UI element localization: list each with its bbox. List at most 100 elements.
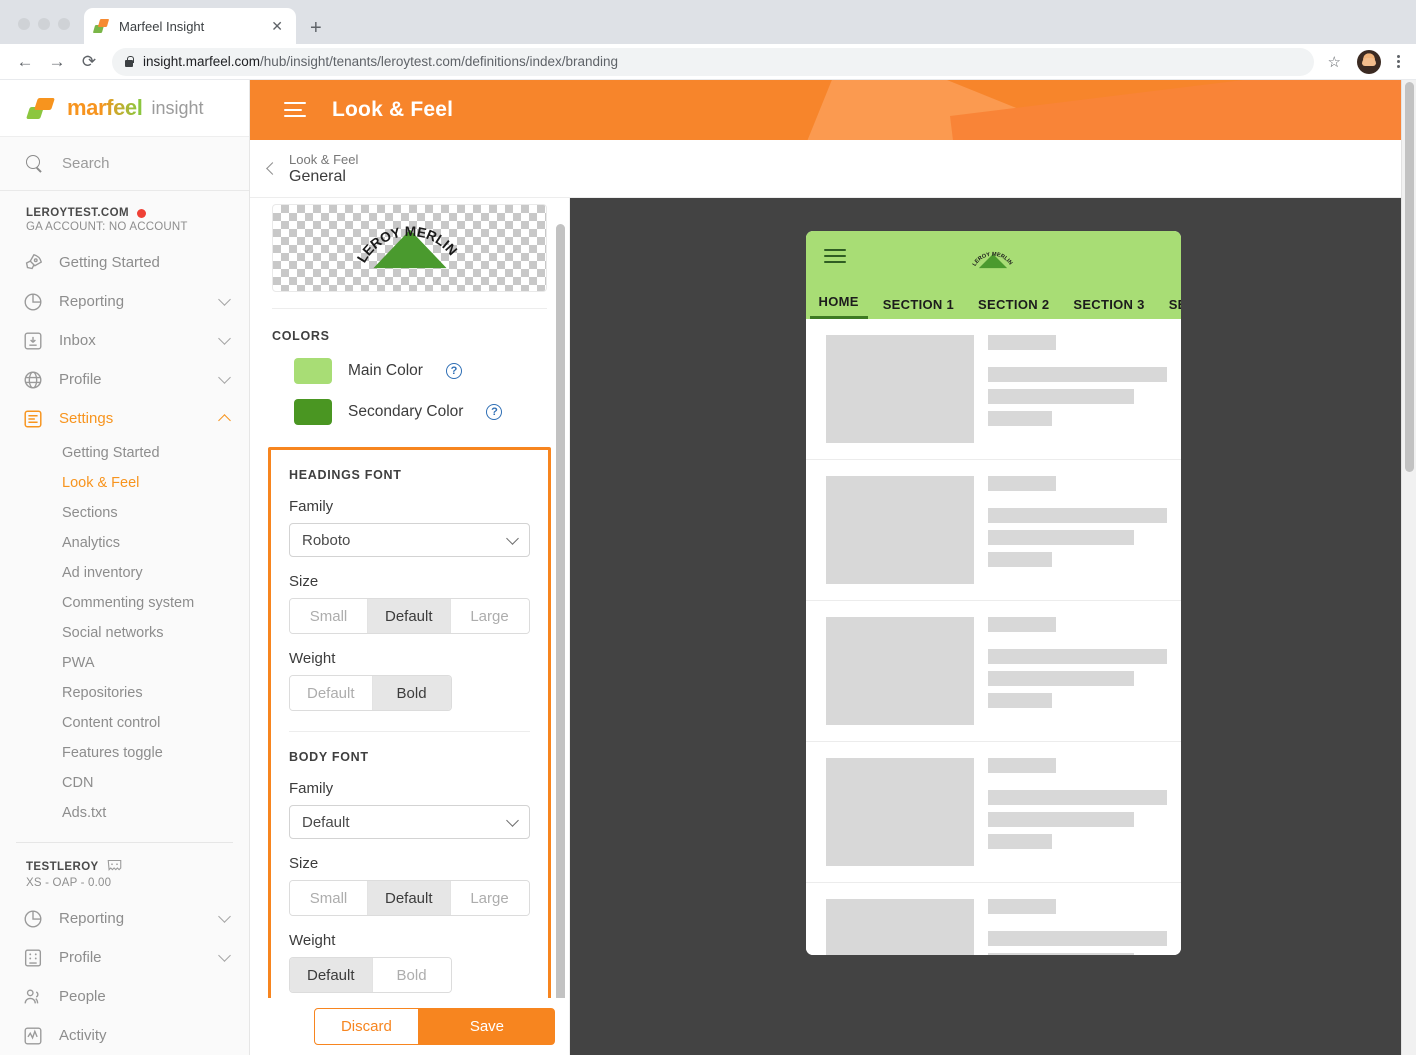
placeholder-bar — [987, 834, 1052, 849]
sidebar-subitem-commenting-system[interactable]: Commenting system — [0, 588, 249, 618]
pie-chart-icon — [22, 291, 44, 313]
account-item-reporting[interactable]: Reporting — [0, 899, 249, 938]
back-chevron-icon[interactable] — [266, 162, 279, 175]
save-button[interactable]: Save — [418, 1008, 556, 1045]
forward-button[interactable]: → — [42, 47, 72, 77]
chevron-down-icon[interactable] — [218, 910, 231, 923]
sidebar-label: People — [59, 988, 106, 1005]
sidebar-item-reporting[interactable]: Reporting — [0, 282, 249, 321]
sidebar-subitem-content-control[interactable]: Content control — [0, 708, 249, 738]
sidebar-item-getting-started[interactable]: Getting Started — [0, 243, 249, 282]
preview-tab-section-1[interactable]: SECTION 1 — [874, 297, 963, 319]
window-controls[interactable] — [0, 18, 84, 44]
help-icon[interactable]: ? — [486, 404, 503, 420]
browser-tab[interactable]: Marfeel Insight ✕ — [84, 8, 296, 44]
page-scrollbar[interactable] — [1401, 80, 1416, 1055]
close-window-button[interactable] — [18, 18, 30, 30]
sidebar-subitem-pwa[interactable]: PWA — [0, 648, 249, 678]
menu-toggle-icon[interactable] — [284, 102, 306, 118]
body-size-small[interactable]: Small — [290, 881, 368, 915]
browser-tab-title: Marfeel Insight — [119, 18, 205, 34]
sidebar-subitem-social-networks[interactable]: Social networks — [0, 618, 249, 648]
headings-size-label: Size — [289, 573, 319, 590]
headings-size-default[interactable]: Default — [368, 599, 451, 633]
chevron-down-icon[interactable] — [218, 332, 231, 345]
preview-tab-section-2[interactable]: SECTION 2 — [969, 297, 1058, 319]
placeholder-bar — [987, 411, 1052, 426]
breadcrumb: Look & Feel General — [250, 140, 1416, 198]
chevron-down-icon[interactable] — [218, 949, 231, 962]
minimize-window-button[interactable] — [38, 18, 50, 30]
placeholder-bar — [987, 671, 1135, 686]
headings-family-select[interactable]: Roboto — [289, 523, 530, 557]
account-item-profile[interactable]: Profile — [0, 938, 249, 977]
headings-weight-default[interactable]: Default — [290, 676, 373, 710]
sidebar-subitem-sections[interactable]: Sections — [0, 498, 249, 528]
chevron-down-icon[interactable] — [218, 293, 231, 306]
headings-size-small[interactable]: Small — [290, 599, 368, 633]
body-family-select[interactable]: Default — [289, 805, 530, 839]
sidebar-item-inbox[interactable]: Inbox — [0, 321, 249, 360]
headings-weight-bold[interactable]: Bold — [372, 676, 451, 710]
color-row-secondary: Secondary Color ? — [272, 399, 547, 425]
sidebar-subitem-features-toggle[interactable]: Features toggle — [0, 738, 249, 768]
account-item-activity[interactable]: Activity — [0, 1016, 249, 1055]
placeholder-bar — [987, 953, 1135, 955]
settings-scrollbar[interactable] — [556, 224, 565, 1004]
address-bar[interactable]: insight.marfeel.com/hub/insight/tenants/… — [112, 47, 1314, 76]
page-scrollbar-thumb[interactable] — [1405, 82, 1414, 472]
chevron-down-icon[interactable] — [218, 371, 231, 384]
search-placeholder: Search — [62, 155, 110, 173]
placeholder-bar — [987, 335, 1056, 350]
logo-preview[interactable]: LEROY MERLIN — [272, 204, 547, 292]
headings-weight-label: Weight — [289, 650, 336, 667]
sidebar-subitem-analytics[interactable]: Analytics — [0, 528, 249, 558]
reload-button[interactable]: ⟳ — [74, 47, 104, 77]
sidebar-subitem-ads-txt[interactable]: Ads.txt — [0, 798, 249, 828]
placeholder-bar — [987, 389, 1135, 404]
body-area: LEROY MERLIN COLORS Main Color ? Seconda… — [250, 198, 1416, 1055]
secondary-color-swatch[interactable] — [294, 399, 332, 425]
sidebar-subitem-repositories[interactable]: Repositories — [0, 678, 249, 708]
sidebar-item-settings[interactable]: Settings — [0, 399, 249, 438]
sidebar-subitem-cdn[interactable]: CDN — [0, 768, 249, 798]
app-logo[interactable]: marfeel insight — [0, 80, 249, 138]
address-bar-url: insight.marfeel.com/hub/insight/tenants/… — [143, 54, 618, 69]
maximize-window-button[interactable] — [58, 18, 70, 30]
headings-size-large[interactable]: Large — [450, 599, 529, 633]
marfeel-logo-icon — [26, 95, 58, 121]
body-weight-bold[interactable]: Bold — [372, 958, 451, 992]
chevron-up-icon[interactable] — [218, 413, 231, 427]
body-size-default[interactable]: Default — [368, 881, 451, 915]
sidebar-subitem-look-and-feel[interactable]: Look & Feel — [0, 468, 249, 498]
logo-wordmark: marfeel — [67, 95, 143, 121]
back-button[interactable]: ← — [10, 47, 40, 77]
body-weight-label: Weight — [289, 932, 336, 949]
account-item-people[interactable]: People — [0, 977, 249, 1016]
main-color-swatch[interactable] — [294, 358, 332, 384]
headings-family-label: Family — [289, 498, 334, 515]
preview-tab-section-3[interactable]: SECTION 3 — [1064, 297, 1153, 319]
new-tab-button[interactable]: + — [296, 18, 334, 44]
preview-tab-home[interactable]: HOME — [809, 294, 868, 319]
discard-button[interactable]: Discard — [313, 1008, 419, 1045]
profile-avatar[interactable] — [1357, 49, 1381, 74]
action-bar: Discard Save — [250, 998, 569, 1055]
main-color-label: Main Color — [348, 362, 423, 379]
body-size-large[interactable]: Large — [450, 881, 529, 915]
sidebar-subitem-ad-inventory[interactable]: Ad inventory — [0, 558, 249, 588]
browser-menu-icon[interactable] — [1391, 53, 1406, 70]
sidebar-item-profile[interactable]: Profile — [0, 360, 249, 399]
bookmark-star-icon[interactable]: ☆ — [1322, 53, 1347, 71]
body-weight-default[interactable]: Default — [290, 958, 373, 992]
headings-size-segmented: Small Default Large — [289, 598, 530, 634]
chevron-down-icon — [506, 531, 519, 545]
sidebar-subitem-getting-started[interactable]: Getting Started — [0, 438, 249, 468]
search-input[interactable]: Search — [0, 137, 249, 192]
preview-menu-icon[interactable] — [823, 249, 846, 264]
help-icon[interactable]: ? — [445, 363, 462, 379]
close-tab-icon[interactable]: ✕ — [268, 18, 286, 35]
page-header: Look & Feel — [250, 80, 1416, 140]
breadcrumb-parent[interactable]: Look & Feel — [289, 152, 358, 167]
preview-tab-section-4[interactable]: SECTION 4 — [1160, 297, 1181, 319]
